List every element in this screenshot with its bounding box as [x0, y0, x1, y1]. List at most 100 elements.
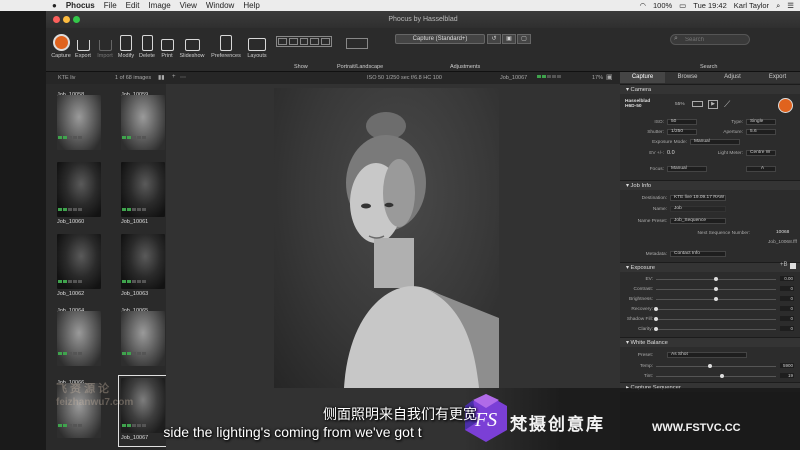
recovery-value-field[interactable]: 0 — [780, 306, 794, 311]
slider-knob[interactable] — [708, 364, 712, 368]
show-view-selector[interactable] — [276, 36, 332, 47]
thumbnail-item[interactable]: Job_10059 — [121, 90, 165, 156]
destination-select[interactable]: KTE live 19.09.17 RAW — [670, 195, 726, 201]
temp-slider[interactable] — [656, 364, 776, 368]
menu-window[interactable]: Window — [206, 1, 234, 10]
metadata-select[interactable]: Contact Info — [670, 251, 726, 257]
print-button[interactable]: Print — [157, 32, 177, 59]
export-button[interactable]: Export — [73, 32, 93, 59]
capture-button[interactable]: Capture — [49, 32, 73, 59]
exposure-mode-select[interactable]: Manual — [690, 139, 740, 145]
exposure-section-header[interactable]: ▾ Exposure — [620, 262, 800, 272]
contrast-value-field[interactable]: 0 — [780, 286, 794, 291]
thumbnail-item[interactable]: Job_10061 — [121, 162, 165, 228]
menu-help[interactable]: Help — [243, 1, 259, 10]
aperture-select[interactable]: 5.6 — [746, 129, 776, 135]
ev-value-field[interactable]: 0.00 — [780, 276, 794, 281]
tab-export[interactable]: Export — [755, 72, 800, 83]
close-window-button[interactable] — [53, 16, 60, 23]
view-mode-2[interactable] — [288, 38, 298, 45]
brightness-value-field[interactable]: 0 — [780, 296, 794, 301]
compare-button[interactable]: ▣ — [502, 34, 516, 44]
menu-edit[interactable]: Edit — [126, 1, 140, 10]
view-mode-4[interactable] — [310, 38, 320, 45]
next-seq-value[interactable]: 10068 — [776, 230, 789, 235]
adjustment-preset-select[interactable]: Capture (Standard+) — [395, 34, 485, 44]
iso-select[interactable]: 50 — [667, 119, 697, 125]
name-input[interactable]: Job — [670, 206, 726, 212]
recovery-slider[interactable] — [654, 307, 776, 311]
view-mode-1[interactable] — [278, 38, 287, 45]
clarity-value-field[interactable]: 0 — [780, 326, 794, 331]
menu-view[interactable]: View — [180, 1, 197, 10]
name-preset-select[interactable]: Job_Sequence — [670, 218, 726, 224]
menu-clock[interactable]: Tue 19:42 — [693, 1, 727, 10]
menu-file[interactable]: File — [104, 1, 117, 10]
zoom-level[interactable]: 17% — [592, 75, 603, 81]
tint-value-field[interactable]: 19 — [780, 373, 794, 378]
wb-preset-select[interactable]: As Shot — [667, 352, 747, 358]
delete-button[interactable]: Delete — [137, 32, 157, 59]
camera-section-header[interactable]: ▾ Camera — [620, 84, 800, 94]
rating-indicator[interactable] — [537, 75, 561, 78]
search-input[interactable] — [670, 34, 750, 45]
import-button[interactable]: Import — [95, 32, 115, 59]
autofocus-button[interactable]: A — [746, 166, 776, 172]
tab-capture[interactable]: Capture — [620, 72, 665, 83]
apple-icon[interactable]: ● — [52, 1, 57, 10]
slider-knob[interactable] — [654, 317, 658, 321]
clarity-slider[interactable] — [654, 327, 776, 331]
type-select[interactable]: Single — [746, 119, 776, 125]
menu-app-name[interactable]: Phocus — [66, 1, 95, 10]
exposure-auto-icon[interactable]: +B — [780, 262, 788, 268]
preferences-button[interactable]: Preferences — [209, 32, 243, 59]
white-balance-section-header[interactable]: ▾ White Balance — [620, 337, 800, 347]
exposure-enable-checkbox[interactable] — [790, 263, 796, 269]
light-meter-select[interactable]: Centre W — [746, 150, 776, 156]
remote-capture-button[interactable] — [778, 98, 793, 113]
slider-knob[interactable] — [714, 297, 718, 301]
thumbnail-item[interactable]: Job_10060 — [57, 162, 101, 228]
notification-center-icon[interactable]: ☰ — [787, 1, 794, 10]
layouts-button[interactable]: Layouts — [245, 32, 269, 59]
slideshow-button[interactable]: Slideshow — [178, 32, 206, 59]
battery-text[interactable]: 100% — [653, 1, 672, 10]
portrait-landscape-toggle[interactable] — [346, 38, 368, 49]
contrast-slider[interactable] — [656, 287, 776, 291]
view-mode-5[interactable] — [321, 38, 330, 45]
thumbnail-item[interactable]: Job_10065 — [121, 306, 165, 372]
undo-button[interactable]: ↺ — [487, 34, 501, 44]
spotlight-icon[interactable]: ⌕ — [776, 1, 780, 11]
shutter-select[interactable]: 1/250 — [667, 129, 697, 135]
thumbnail-item[interactable]: Job_10064 — [57, 306, 101, 372]
copy-adjustments-button[interactable]: ▢ — [517, 34, 531, 44]
slider-knob[interactable] — [654, 307, 658, 311]
menu-image[interactable]: Image — [148, 1, 170, 10]
modify-button[interactable]: Modify — [116, 32, 136, 59]
focus-select[interactable]: Manual — [667, 166, 707, 172]
menu-user[interactable]: Karl Taylor — [734, 1, 769, 10]
brightness-slider[interactable] — [656, 297, 776, 301]
filter-icon[interactable]: ▮▮ — [158, 74, 165, 81]
shadow-fill-value-field[interactable]: 0 — [780, 316, 794, 321]
add-icon[interactable]: + — [172, 74, 176, 80]
minimize-window-button[interactable] — [63, 16, 70, 23]
zoom-window-button[interactable] — [73, 16, 80, 23]
job-info-section-header[interactable]: ▾ Job Info — [620, 180, 800, 190]
tab-adjust[interactable]: Adjust — [710, 72, 755, 83]
ev-slider[interactable] — [656, 277, 776, 281]
slider-knob[interactable] — [720, 374, 724, 378]
thumbnail-item[interactable]: Job_10058 — [57, 90, 101, 156]
live-video-icon[interactable]: ▶ — [708, 100, 718, 109]
ev-value[interactable]: 0.0 — [667, 150, 675, 156]
wifi-icon[interactable]: ◠ — [639, 1, 646, 10]
zoom-options-icon[interactable]: ▣ — [606, 73, 613, 81]
tab-browse[interactable]: Browse — [665, 72, 710, 83]
shadow-fill-slider[interactable] — [654, 317, 776, 321]
view-mode-3[interactable] — [299, 38, 309, 45]
slider-knob[interactable] — [654, 327, 658, 331]
sort-icon[interactable]: ⋯ — [180, 74, 186, 81]
calibration-icon[interactable]: ⟋ — [724, 99, 730, 110]
battery-icon[interactable]: ▭ — [679, 1, 686, 10]
slider-knob[interactable] — [714, 277, 718, 281]
